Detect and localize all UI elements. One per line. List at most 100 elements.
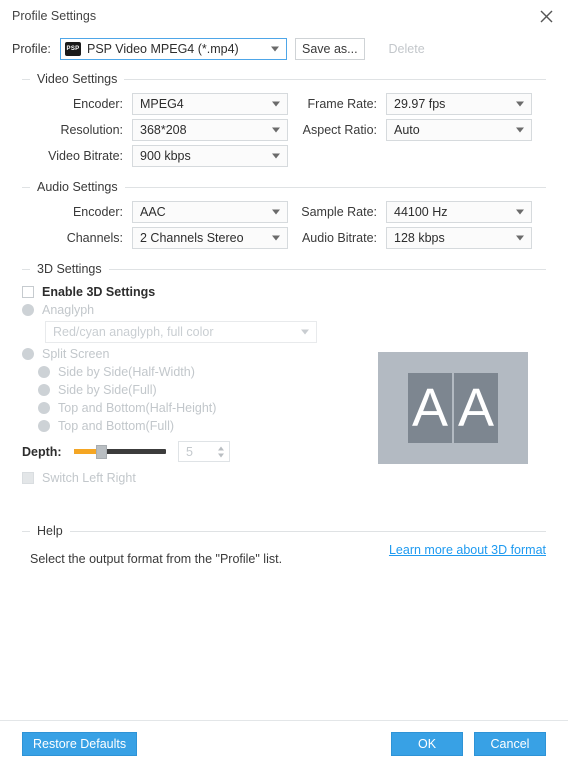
split-option-label: Side by Side(Half-Width) (58, 365, 195, 379)
chevron-down-icon (301, 329, 309, 335)
video-settings-header: Video Settings (22, 72, 546, 86)
three-d-preview: A A (378, 352, 528, 464)
audio-field-grid: Encoder: AAC Sample Rate: 44100 Hz Chann… (22, 201, 546, 249)
restore-defaults-button[interactable]: Restore Defaults (22, 732, 138, 756)
chevron-down-icon (272, 127, 280, 133)
aspect-ratio-value: Auto (394, 123, 420, 137)
chevron-down-icon (516, 127, 524, 133)
switch-left-right-row: Switch Left Right (22, 471, 546, 485)
sample-rate-value: 44100 Hz (394, 205, 448, 219)
switch-left-right-label: Switch Left Right (42, 471, 136, 485)
audio-settings-section: Audio Settings Encoder: AAC Sample Rate:… (22, 171, 546, 253)
audio-bitrate-label: Audio Bitrate: (301, 231, 377, 245)
legend-rule-left (22, 78, 30, 80)
aspect-ratio-select[interactable]: Auto (386, 119, 532, 141)
enable-3d-checkbox-row[interactable]: Enable 3D Settings (22, 285, 546, 299)
anaglyph-radio (22, 304, 34, 316)
split-option-radio (38, 366, 50, 378)
frame-rate-value: 29.97 fps (394, 97, 446, 111)
ok-button[interactable]: OK (391, 732, 463, 756)
cancel-button[interactable]: Cancel (474, 732, 546, 756)
video-settings-section: Video Settings Encoder: MPEG4 Frame Rate… (22, 63, 546, 171)
split-option-radio (38, 384, 50, 396)
chevron-down-icon (272, 153, 280, 159)
window-title: Profile Settings (12, 8, 97, 23)
legend-rule-left (22, 186, 30, 188)
frame-rate-select[interactable]: 29.97 fps (386, 93, 532, 115)
delete-button: Delete (372, 38, 441, 60)
split-screen-label: Split Screen (42, 347, 110, 361)
chevron-down-icon (272, 101, 280, 107)
anaglyph-radio-row: Anaglyph (22, 303, 546, 317)
anaglyph-value: Red/cyan anaglyph, full color (53, 325, 214, 339)
aspect-ratio-label: Aspect Ratio: (302, 123, 377, 137)
anaglyph-label: Anaglyph (42, 303, 95, 317)
split-option-radio (38, 402, 50, 414)
chevron-down-icon (218, 453, 224, 457)
audio-settings-body: Encoder: AAC Sample Rate: 44100 Hz Chann… (22, 194, 546, 253)
video-encoder-select[interactable]: MPEG4 (132, 93, 288, 115)
chevron-down-icon (516, 101, 524, 107)
three-d-settings-legend: 3D Settings (37, 262, 102, 276)
chevron-down-icon (516, 235, 524, 241)
audio-encoder-value: AAC (140, 205, 166, 219)
video-encoder-label: Encoder: (72, 97, 123, 111)
video-bitrate-select[interactable]: 900 kbps (132, 145, 288, 167)
chevron-down-icon (271, 46, 279, 52)
legend-rule-right (69, 530, 546, 532)
split-option-label: Top and Bottom(Half-Height) (58, 401, 217, 415)
stepper-arrows (218, 446, 224, 457)
dialog-footer: Restore Defaults OK Cancel (0, 720, 568, 767)
legend-rule-left (22, 530, 30, 532)
video-bitrate-value: 900 kbps (140, 149, 191, 163)
resolution-label: Resolution: (60, 123, 123, 137)
help-header: Help (22, 524, 546, 538)
channels-value: 2 Channels Stereo (140, 231, 244, 245)
save-as-button[interactable]: Save as... (295, 38, 365, 60)
psp-icon: PSP (65, 42, 81, 56)
chevron-up-icon (218, 446, 224, 450)
title-bar: Profile Settings (0, 0, 568, 31)
sample-rate-label: Sample Rate: (301, 205, 377, 219)
anaglyph-select: Red/cyan anaglyph, full color (45, 321, 317, 343)
audio-bitrate-value: 128 kbps (394, 231, 445, 245)
audio-bitrate-select[interactable]: 128 kbps (386, 227, 532, 249)
depth-stepper: 5 (178, 441, 230, 462)
enable-3d-label: Enable 3D Settings (42, 285, 156, 299)
video-field-grid: Encoder: MPEG4 Frame Rate: 29.97 fps Res… (22, 93, 546, 167)
legend-rule-right (108, 268, 546, 270)
video-encoder-value: MPEG4 (140, 97, 184, 111)
sample-rate-select[interactable]: 44100 Hz (386, 201, 532, 223)
help-legend: Help (37, 524, 63, 538)
depth-label: Depth: (22, 444, 62, 459)
depth-slider[interactable] (74, 444, 166, 459)
depth-slider-handle[interactable] (96, 444, 107, 459)
legend-rule-right (124, 186, 546, 188)
legend-rule-right (124, 78, 546, 80)
profile-select[interactable]: PSP PSP Video MPEG4 (*.mp4) (60, 38, 287, 60)
three-d-settings-header: 3D Settings (22, 262, 546, 276)
chevron-down-icon (272, 235, 280, 241)
preview-pane-left: A (408, 373, 452, 443)
split-screen-radio (22, 348, 34, 360)
profile-row: Profile: PSP PSP Video MPEG4 (*.mp4) Sav… (0, 31, 568, 63)
switch-left-right-checkbox (22, 472, 34, 484)
profile-selected-value: PSP Video MPEG4 (*.mp4) (87, 42, 239, 56)
channels-select[interactable]: 2 Channels Stereo (132, 227, 288, 249)
depth-value: 5 (186, 444, 193, 459)
audio-encoder-select[interactable]: AAC (132, 201, 288, 223)
enable-3d-checkbox[interactable] (22, 286, 34, 298)
video-bitrate-label: Video Bitrate: (48, 149, 123, 163)
audio-settings-legend: Audio Settings (37, 180, 118, 194)
close-icon[interactable] (534, 4, 558, 28)
legend-rule-left (22, 268, 30, 270)
chevron-down-icon (272, 209, 280, 215)
channels-label: Channels: (66, 231, 123, 245)
help-text: Select the output format from the "Profi… (30, 552, 283, 566)
video-settings-body: Encoder: MPEG4 Frame Rate: 29.97 fps Res… (22, 86, 546, 171)
audio-encoder-label: Encoder: (72, 205, 123, 219)
split-option-radio (38, 420, 50, 432)
preview-pane-right: A (454, 373, 498, 443)
frame-rate-label: Frame Rate: (307, 97, 377, 111)
resolution-select[interactable]: 368*208 (132, 119, 288, 141)
